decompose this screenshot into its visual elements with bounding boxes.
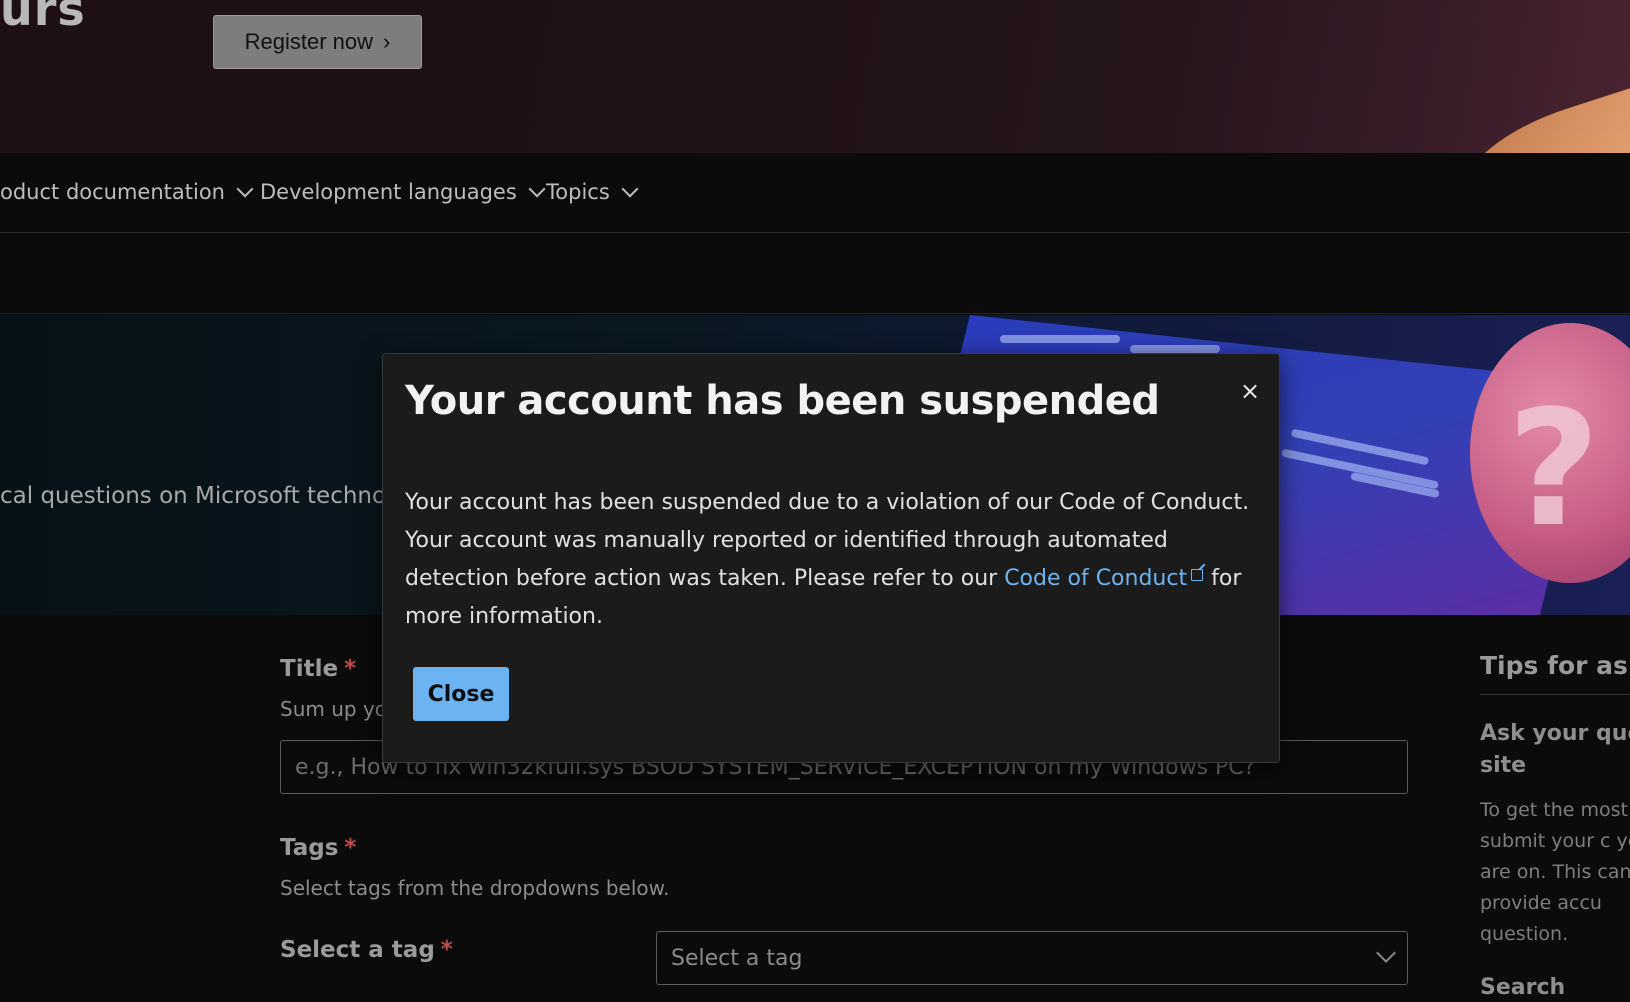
nav-development-languages[interactable]: Development languages [260, 180, 546, 204]
select-tag-label-text: Select a tag [280, 937, 435, 963]
select-tag-value: Select a tag [671, 945, 803, 971]
close-icon[interactable]: × [1235, 376, 1265, 406]
nav-topics[interactable]: Topics [546, 180, 639, 204]
required-marker: * [344, 656, 357, 682]
question-mark-icon: ? [1507, 375, 1600, 562]
select-tag-dropdown[interactable]: Select a tag [656, 931, 1408, 985]
tips-divider [1480, 694, 1630, 695]
hero-subtitle: cal questions on Microsoft technolog [0, 483, 422, 509]
chevron-right-icon: › [383, 29, 391, 54]
required-marker: * [344, 835, 357, 861]
nav-item-label: Topics [546, 180, 610, 204]
tips-ask-heading: Ask your ques site [1480, 721, 1630, 778]
title-label: Title * [280, 656, 356, 682]
main-nav: oduct documentation Development language… [0, 153, 1630, 233]
promo-title: urs [0, 0, 86, 36]
sub-nav [0, 234, 1630, 314]
close-button[interactable]: Close [413, 667, 509, 721]
nav-product-documentation[interactable]: oduct documentation [0, 180, 254, 204]
suspension-modal: Your account has been suspended × Your a… [382, 353, 1280, 763]
chevron-down-icon [1376, 943, 1396, 963]
promo-banner: urs Register now › [0, 0, 1630, 153]
external-link-icon [1191, 569, 1204, 581]
chevron-down-icon [236, 180, 254, 198]
modal-body: Your account has been suspended due to a… [405, 484, 1260, 636]
chevron-down-icon [621, 180, 639, 198]
tags-label-text: Tags [280, 835, 339, 861]
select-tag-label: Select a tag * [280, 937, 453, 963]
chevron-down-icon [528, 180, 546, 198]
required-marker: * [440, 937, 453, 963]
modal-title: Your account has been suspended [405, 378, 1160, 424]
hero-line [1000, 335, 1120, 343]
nav-item-label: Development languages [260, 180, 517, 204]
hero-line [1130, 345, 1220, 353]
promo-decoration [1452, 84, 1630, 153]
title-label-text: Title [280, 656, 339, 682]
tips-title: Tips for aski [1480, 651, 1630, 680]
nav-item-label: oduct documentation [0, 180, 225, 204]
tags-help: Select tags from the dropdowns below. [280, 876, 670, 900]
tags-label: Tags * [280, 835, 356, 861]
tips-ask-text: To get the most to submit your c you are… [1480, 799, 1630, 945]
register-now-label: Register now [244, 29, 374, 54]
code-of-conduct-link[interactable]: Code of Conduct [1004, 566, 1187, 591]
register-now-button[interactable]: Register now › [213, 15, 422, 69]
tips-search-heading: Search [1480, 975, 1566, 1000]
title-help: Sum up yo [280, 697, 388, 721]
